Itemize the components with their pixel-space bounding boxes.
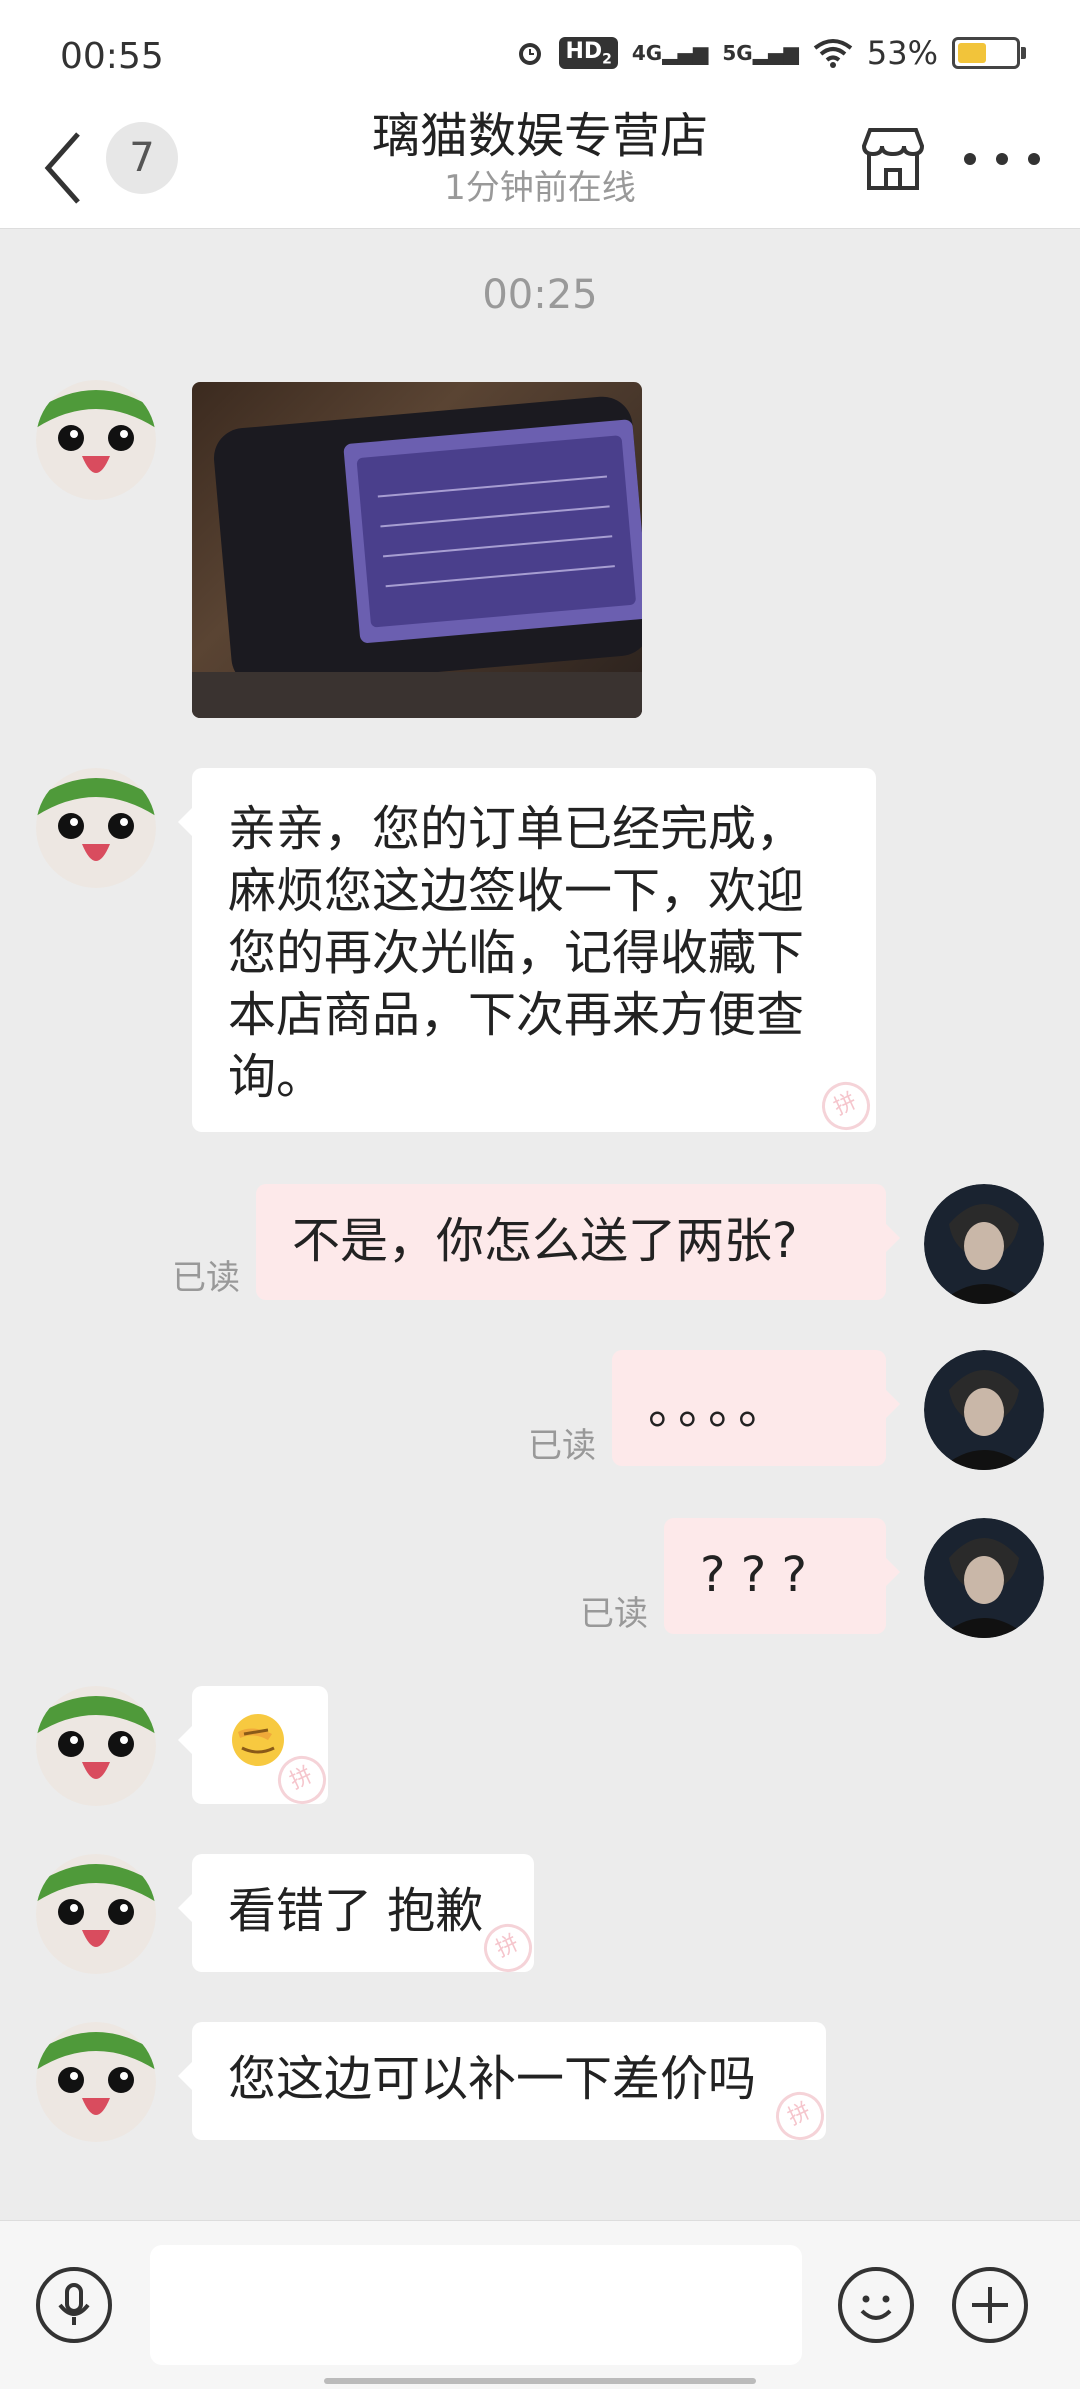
cat-avatar-icon (36, 2022, 156, 2142)
battery-percent: 53% (866, 34, 938, 72)
message-text: 您这边可以补一下差价吗 (228, 2051, 757, 2107)
message-text: 不是，你怎么送了两张? (292, 1213, 798, 1269)
cat-avatar-icon (36, 1854, 156, 1974)
message-line: 本店商品，下次再来方便查 (228, 987, 805, 1043)
read-receipt: 已读 (172, 1258, 240, 1298)
message-line: 询。 (228, 1049, 325, 1105)
battery-icon (952, 37, 1026, 69)
message-bubble[interactable]: 不是，你怎么送了两张? (256, 1184, 900, 1300)
read-receipt: 已读 (580, 1594, 648, 1634)
shop-avatar[interactable] (36, 768, 156, 888)
message-input[interactable] (150, 2245, 802, 2365)
shop-avatar[interactable] (36, 2022, 156, 2142)
message-input-bar (0, 2220, 1080, 2389)
user-photo-icon (924, 1518, 1044, 1638)
microphone-icon (58, 2283, 90, 2325)
signal-4g-icon: 4G▂▄▆ (631, 41, 709, 65)
more-actions-button[interactable] (952, 2267, 1028, 2343)
wifi-icon (813, 39, 853, 68)
message-text: 。。。。 (648, 1379, 793, 1435)
store-icon[interactable] (858, 124, 928, 194)
message-text: 看错了 抱歉 (228, 1883, 484, 1939)
shop-avatar[interactable] (36, 1686, 156, 1806)
status-icons: HD2 4G▂▄▆ 5G▂▄▆ 53% (515, 34, 1026, 72)
message-bubble[interactable]: 您这边可以补一下差价吗 拼 (178, 2022, 832, 2148)
cat-avatar-icon (36, 768, 156, 888)
alarm-icon (519, 43, 542, 65)
facepalm-emoji-icon (232, 1714, 284, 1766)
message-line: 亲亲，您的订单已经完成， (228, 801, 805, 857)
user-photo-icon (924, 1350, 1044, 1470)
user-avatar[interactable] (924, 1350, 1044, 1470)
chat-timestamp: 00:25 (482, 272, 598, 318)
message-text: ? ? ? (700, 1547, 807, 1603)
message-line: 您的再次光临，记得收藏下 (228, 925, 805, 981)
watermark-icon: 拼 (768, 2084, 832, 2148)
user-photo-icon (924, 1184, 1044, 1304)
read-receipt: 已读 (528, 1426, 596, 1466)
hd-badge: HD2 (559, 36, 618, 70)
emoji-message-bubble[interactable]: 拼 (178, 1686, 334, 1812)
cat-avatar-icon (36, 1686, 156, 1806)
message-bubble[interactable]: 。。。。 (612, 1350, 900, 1466)
watermark-icon: 拼 (476, 1916, 540, 1980)
message-bubble[interactable]: ? ? ? (664, 1518, 900, 1634)
status-bar: 00:55 HD2 4G▂▄▆ 5G▂▄▆ 53% (0, 0, 1080, 110)
shop-avatar[interactable] (36, 380, 156, 500)
voice-button[interactable] (36, 2267, 112, 2343)
plus-icon (972, 2287, 1008, 2323)
emoji-button[interactable] (838, 2267, 914, 2343)
message-line: 麻烦您这边签收一下，欢迎 (228, 863, 805, 919)
signal-5g-icon: 5G▂▄▆ (722, 41, 799, 65)
status-time: 00:55 (60, 36, 164, 77)
smiley-icon (860, 2295, 892, 2320)
user-avatar[interactable] (924, 1518, 1044, 1638)
shop-avatar[interactable] (36, 1854, 156, 1974)
cat-avatar-icon (36, 380, 156, 500)
more-options-icon[interactable] (964, 150, 1060, 166)
message-bubble[interactable]: 看错了 抱歉 拼 (178, 1854, 540, 1980)
user-avatar[interactable] (924, 1184, 1044, 1304)
message-bubble[interactable]: 亲亲，您的订单已经完成， 麻烦您这边签收一下，欢迎 您的再次光临，记得收藏下 本… (178, 768, 878, 1138)
phone-screenshot-image (192, 396, 642, 718)
home-indicator[interactable] (324, 2378, 756, 2384)
sent-photo[interactable] (192, 382, 642, 718)
